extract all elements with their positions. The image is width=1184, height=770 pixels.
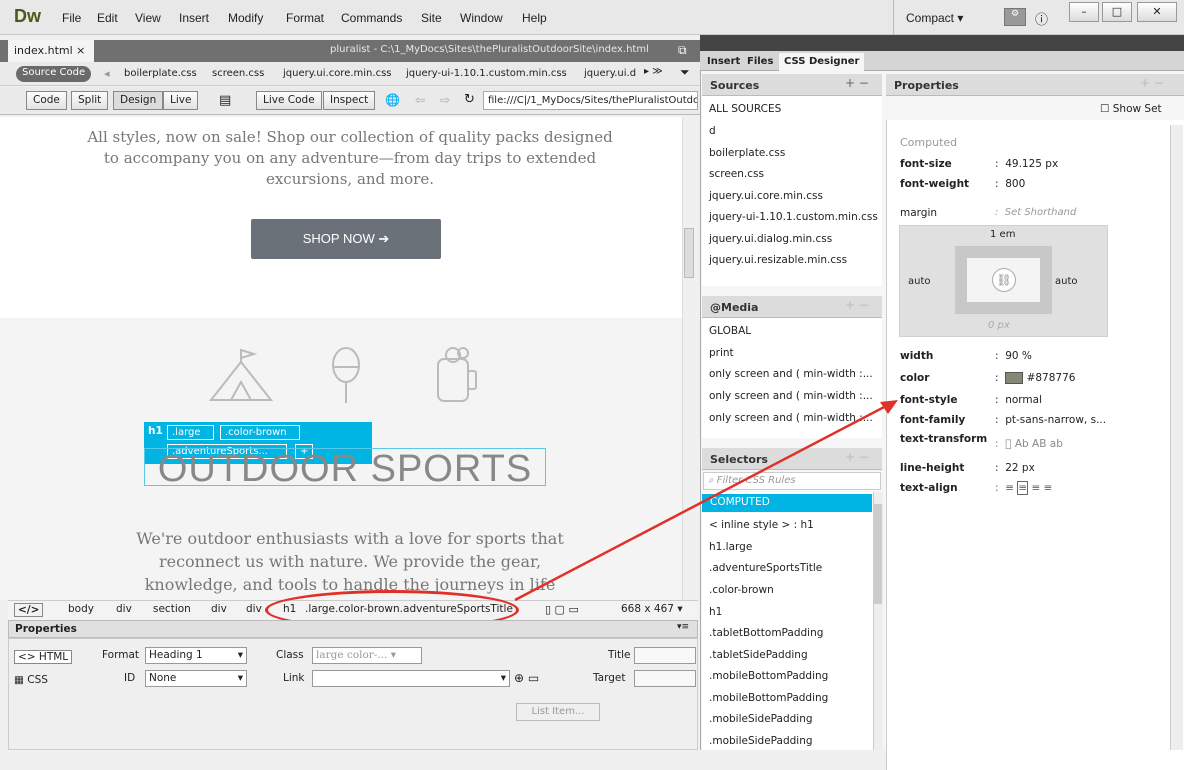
annotation-arrow: [514, 400, 898, 602]
